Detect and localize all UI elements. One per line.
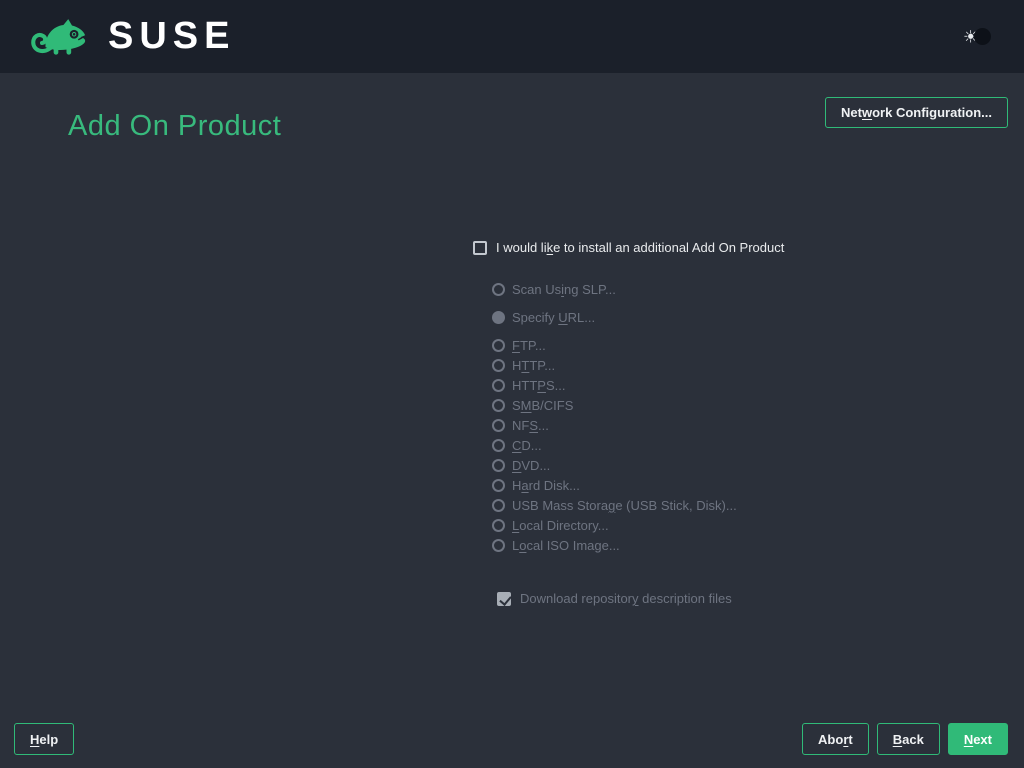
radio-option-label: CD...	[512, 438, 542, 453]
radio-icon	[492, 311, 505, 324]
back-button[interactable]: Back	[877, 723, 940, 755]
radio-icon	[492, 399, 505, 412]
radio-option-smb-cifs[interactable]: SMB/CIFS	[492, 395, 737, 415]
network-configuration-button[interactable]: Network Configuration...	[825, 97, 1008, 128]
addon-checkbox-label: I would like to install an additional Ad…	[496, 240, 784, 255]
download-descriptions-label: Download repository description files	[520, 591, 732, 606]
page-title: Add On Product	[68, 110, 281, 143]
radio-option-label: HTTPS...	[512, 378, 565, 393]
radio-option-label: HTTP...	[512, 358, 555, 373]
radio-icon	[492, 379, 505, 392]
radio-icon	[492, 459, 505, 472]
radio-option-local-directory[interactable]: Local Directory...	[492, 515, 737, 535]
radio-icon	[492, 479, 505, 492]
radio-icon	[492, 439, 505, 452]
top-bar: SUSE ☀	[0, 0, 1024, 73]
radio-icon	[492, 519, 505, 532]
abort-button[interactable]: Abort	[802, 723, 869, 755]
addon-checkbox[interactable]: I would like to install an additional Ad…	[473, 240, 784, 255]
radio-option-scan-slp[interactable]: Scan Using SLP...	[492, 279, 737, 299]
radio-option-nfs[interactable]: NFS...	[492, 415, 737, 435]
radio-option-label: Local Directory...	[512, 518, 609, 533]
radio-option-label: Local ISO Image...	[512, 538, 620, 553]
suse-logo: SUSE	[28, 12, 235, 60]
moon-icon	[974, 28, 991, 45]
radio-option-cd[interactable]: CD...	[492, 435, 737, 455]
radio-option-label: Specify URL...	[512, 310, 595, 325]
radio-option-label: SMB/CIFS	[512, 398, 573, 413]
source-radio-group: Scan Using SLP... Specify URL... FTP... …	[492, 279, 737, 555]
radio-option-label: Scan Using SLP...	[512, 282, 616, 297]
radio-option-dvd[interactable]: DVD...	[492, 455, 737, 475]
radio-option-label: NFS...	[512, 418, 549, 433]
radio-icon	[492, 283, 505, 296]
radio-option-label: FTP...	[512, 338, 546, 353]
help-button[interactable]: Help	[14, 723, 74, 755]
radio-option-specify-url[interactable]: Specify URL...	[492, 307, 737, 327]
radio-option-https[interactable]: HTTPS...	[492, 375, 737, 395]
radio-option-hard-disk[interactable]: Hard Disk...	[492, 475, 737, 495]
radio-icon	[492, 539, 505, 552]
theme-toggle-icon[interactable]: ☀	[963, 27, 991, 47]
radio-option-label: USB Mass Storage (USB Stick, Disk)...	[512, 498, 737, 513]
download-descriptions-checkbox[interactable]: Download repository description files	[497, 591, 732, 606]
radio-icon	[492, 419, 505, 432]
radio-option-http[interactable]: HTTP...	[492, 355, 737, 375]
radio-icon	[492, 359, 505, 372]
footer-button-group: Abort Back Next	[802, 723, 1008, 755]
checkbox-icon	[473, 241, 487, 255]
checkbox-icon	[497, 592, 511, 606]
radio-option-usb-mass-storage[interactable]: USB Mass Storage (USB Stick, Disk)...	[492, 495, 737, 515]
radio-icon	[492, 499, 505, 512]
next-button[interactable]: Next	[948, 723, 1008, 755]
suse-chameleon-icon	[28, 12, 98, 60]
radio-option-local-iso-image[interactable]: Local ISO Image...	[492, 535, 737, 555]
suse-wordmark: SUSE	[108, 17, 235, 55]
radio-option-label: Hard Disk...	[512, 478, 580, 493]
radio-option-label: DVD...	[512, 458, 550, 473]
radio-icon	[492, 339, 505, 352]
radio-option-ftp[interactable]: FTP...	[492, 335, 737, 355]
